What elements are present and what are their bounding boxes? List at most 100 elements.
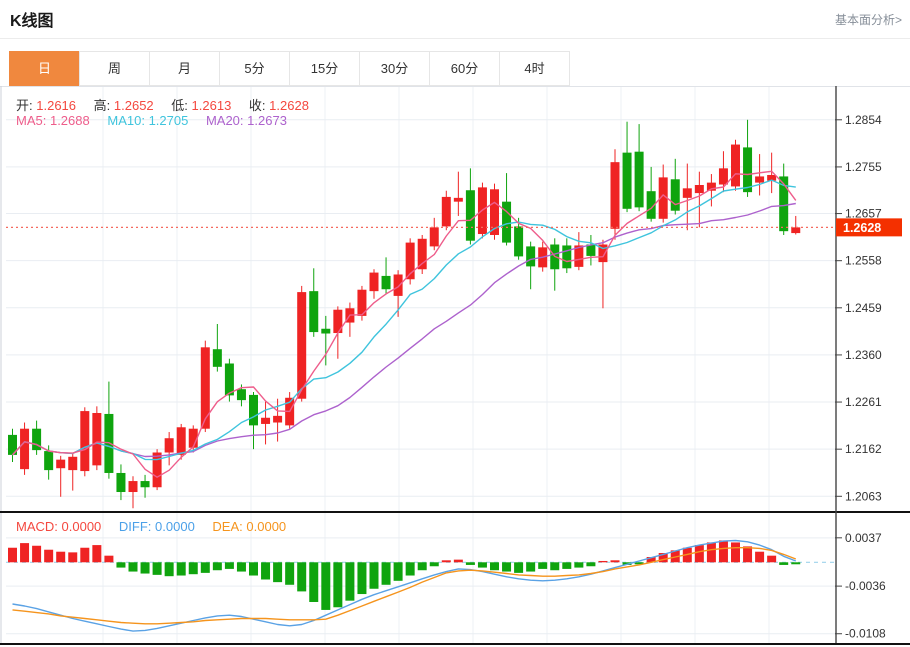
candle xyxy=(140,481,150,488)
open-label: 开: xyxy=(16,98,33,113)
tab-4hour[interactable]: 4时 xyxy=(499,51,570,86)
title-divider xyxy=(0,38,910,39)
y-axis-label: 1.2162 xyxy=(845,442,882,456)
macd-bar xyxy=(297,562,307,592)
candle xyxy=(622,152,632,209)
macd-bar xyxy=(550,562,560,571)
macd-bar xyxy=(309,562,319,602)
tab-5min[interactable]: 5分 xyxy=(219,51,290,86)
macd-bar xyxy=(502,562,512,572)
tab-15min[interactable]: 15分 xyxy=(289,51,360,86)
macd-bar xyxy=(345,562,355,601)
low-value: 1.2613 xyxy=(191,98,232,113)
macd-bar xyxy=(92,545,102,563)
candle xyxy=(731,144,740,187)
ma20-value: 1.2673 xyxy=(247,113,287,128)
candle xyxy=(718,168,728,185)
tab-month[interactable]: 月 xyxy=(149,51,220,86)
candle xyxy=(502,201,512,243)
candle xyxy=(80,411,90,472)
diff-value: 0.0000 xyxy=(155,519,195,534)
macd-bar xyxy=(212,562,222,571)
fundamental-analysis-link[interactable]: 基本面分析> xyxy=(835,11,902,28)
macd-bar xyxy=(731,542,740,563)
candle xyxy=(514,226,524,257)
candle xyxy=(670,179,680,211)
candle xyxy=(634,151,644,208)
macd-bar xyxy=(236,562,246,572)
tab-30min[interactable]: 30分 xyxy=(359,51,430,86)
y-axis-label: 1.2063 xyxy=(845,489,882,503)
tab-60min[interactable]: 60分 xyxy=(429,51,500,86)
macd-bar xyxy=(381,562,391,585)
kline-chart-svg[interactable]: 1.28541.27551.26571.25581.24591.23601.22… xyxy=(0,86,910,647)
macd-bar xyxy=(743,546,753,563)
macd-bar xyxy=(429,562,439,567)
open-value: 1.2616 xyxy=(36,98,77,113)
macd-bar xyxy=(273,562,283,583)
candle xyxy=(441,196,451,227)
candle xyxy=(212,349,222,367)
macd-bar xyxy=(441,560,451,563)
candle xyxy=(92,412,102,466)
candle xyxy=(44,451,54,471)
macd-bar xyxy=(779,562,789,565)
macd-legend: MACD: 0.0000 DIFF: 0.0000 DEA: 0.0000 xyxy=(16,519,300,534)
tab-week[interactable]: 周 xyxy=(79,51,150,86)
ma10-value: 1.2705 xyxy=(148,113,189,128)
candle xyxy=(465,190,475,241)
macd-bar xyxy=(718,540,728,563)
diff-label: DIFF: xyxy=(118,519,152,534)
ma5-label: MA5: xyxy=(16,113,47,128)
macd-bar xyxy=(116,562,126,568)
candles-layer xyxy=(8,119,801,509)
candle xyxy=(261,417,271,424)
macd-bar xyxy=(8,547,17,563)
candle xyxy=(791,227,801,234)
y-axis-label: 1.2755 xyxy=(845,160,882,174)
ma20-line xyxy=(11,202,796,458)
candle xyxy=(381,275,391,290)
macd-bar xyxy=(176,562,186,576)
candle xyxy=(224,363,234,396)
macd-value: 0.0000 xyxy=(61,519,102,534)
macd-bar xyxy=(261,562,271,580)
candle xyxy=(526,246,536,267)
macd-bar xyxy=(514,562,524,573)
macd-bar xyxy=(20,543,30,563)
ma-legend: MA5: 1.2688 MA10: 1.2705 MA20: 1.2673 xyxy=(16,113,301,128)
y-axis-label: 1.2459 xyxy=(845,301,882,315)
y-axis-label: 1.2261 xyxy=(845,395,882,409)
candle xyxy=(297,292,307,399)
candle xyxy=(68,456,78,471)
candle xyxy=(453,197,463,202)
macd-bar xyxy=(574,562,584,568)
current-price-value: 1.2628 xyxy=(843,221,881,235)
macd-bar xyxy=(333,562,343,608)
macd-bar xyxy=(767,555,777,563)
ma10-line xyxy=(11,179,796,461)
candle xyxy=(116,472,126,493)
macd-bar xyxy=(369,562,379,589)
page-title: K线图 xyxy=(10,13,54,30)
kline-chart-area[interactable]: 1.2854 1.2755 1.2657 1.2558 1.2459 1.2360 1.22… xyxy=(0,86,910,647)
macd-bar xyxy=(755,551,765,563)
macd-bar xyxy=(586,562,596,567)
macd-bar xyxy=(128,562,138,572)
y-axis-label: 1.2558 xyxy=(845,254,882,268)
macd-bar xyxy=(477,562,487,568)
macd-bar xyxy=(32,545,42,563)
macd-bar xyxy=(357,562,367,595)
macd-bar xyxy=(417,562,427,571)
y-axis-label: -0.0108 xyxy=(845,627,886,641)
macd-bar xyxy=(562,562,572,569)
candle xyxy=(610,162,620,229)
macd-bar xyxy=(80,547,90,563)
ma10-label: MA10: xyxy=(107,113,145,128)
macd-bar xyxy=(453,559,463,563)
candle xyxy=(20,428,30,470)
close-value: 1.2628 xyxy=(269,98,309,113)
tab-day[interactable]: 日 xyxy=(9,51,80,86)
macd-bar xyxy=(393,562,403,581)
macd-bar xyxy=(224,562,234,569)
